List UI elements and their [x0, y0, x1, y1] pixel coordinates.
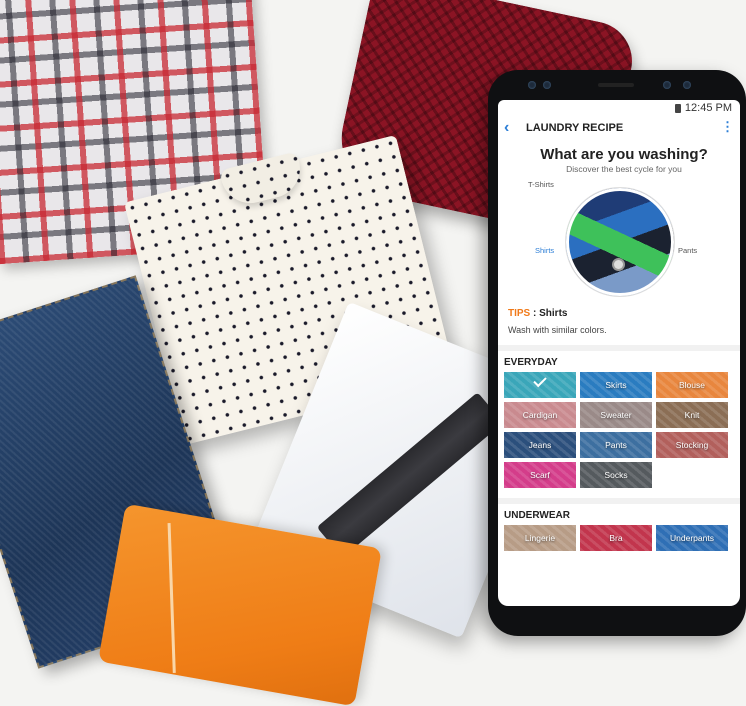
more-options-icon[interactable]: ⋮: [721, 120, 734, 134]
phone-device: 12:45 PM ‹ LAUNDRY RECIPE ⋮ What are you…: [488, 70, 746, 636]
dial-option-tshirts[interactable]: T-Shirts: [528, 180, 554, 189]
garment-tile[interactable]: Blouse: [656, 372, 728, 398]
page-headline: What are you washing?: [540, 146, 708, 163]
section-title-everyday: EVERYDAY: [504, 357, 558, 368]
section-title-underwear: UNDERWEAR: [504, 510, 570, 521]
garment-tile[interactable]: Scarf: [504, 462, 576, 488]
battery-icon: [674, 103, 681, 113]
underwear-grid: Lingerie Bra Underpants: [498, 525, 740, 551]
garment-selector-dial[interactable]: T-Shirts Shirts Pants: [498, 174, 740, 304]
phone-top-bezel: [488, 70, 746, 100]
dial-option-shirts[interactable]: Shirts: [535, 246, 554, 255]
page-subline: Discover the best cycle for you: [566, 164, 682, 174]
tips-text: Wash with similar colors.: [508, 325, 607, 335]
garment-tile[interactable]: Pants: [580, 432, 652, 458]
checkmark-icon: [533, 373, 547, 388]
sensor-icon: [528, 81, 536, 89]
garment-tile[interactable]: Cardigan: [504, 402, 576, 428]
back-arrow-icon[interactable]: ‹: [504, 119, 520, 137]
app-screen: 12:45 PM ‹ LAUNDRY RECIPE ⋮ What are you…: [498, 100, 740, 606]
garment-tile[interactable]: Sweater: [580, 402, 652, 428]
dial-option-pants[interactable]: Pants: [678, 246, 697, 255]
earpiece-speaker: [598, 83, 634, 87]
iris-scanner-icon: [683, 81, 691, 89]
garment-tile[interactable]: Skirts: [580, 372, 652, 398]
tips-label: TIPS: [508, 308, 531, 319]
garment-tile[interactable]: [504, 372, 576, 398]
garment-tile[interactable]: Bra: [580, 525, 652, 551]
garment-tile[interactable]: Socks: [580, 462, 652, 488]
garment-tile[interactable]: Underpants: [656, 525, 728, 551]
app-bar: ‹ LAUNDRY RECIPE ⋮: [498, 116, 740, 140]
sensor-icon: [543, 81, 551, 89]
front-camera-icon: [663, 81, 671, 89]
phone-bottom-bezel: [488, 606, 746, 636]
tips-separator: :: [530, 308, 540, 319]
everyday-grid: Skirts Blouse Cardigan Sweater Knit Jeans Pant…: [498, 372, 740, 488]
tips-item: Shirts: [539, 308, 568, 319]
app-title: LAUNDRY RECIPE: [526, 122, 624, 134]
status-time: 12:45 PM: [684, 102, 732, 114]
tips-heading: TIPS : Shirts: [498, 308, 740, 319]
garment-tile[interactable]: Stocking: [656, 432, 728, 458]
garment-tile[interactable]: Knit: [656, 402, 728, 428]
status-bar: 12:45 PM: [498, 100, 740, 116]
selected-garment-image[interactable]: [566, 188, 674, 296]
garment-tile[interactable]: Jeans: [504, 432, 576, 458]
garment-tile[interactable]: Lingerie: [504, 525, 576, 551]
